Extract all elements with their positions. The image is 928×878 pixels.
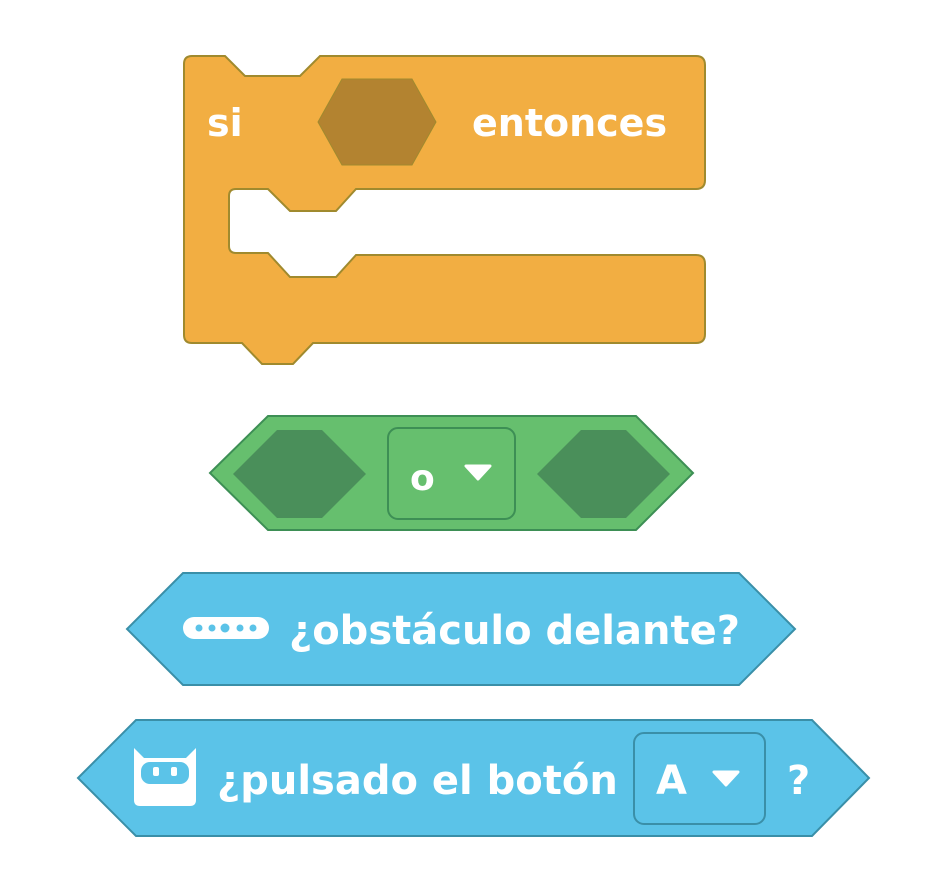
obstacle-label: ¿obstáculo delante? (289, 608, 740, 654)
button-pressed-block[interactable]: ¿pulsado el botón A ? (76, 719, 871, 837)
if-then-block[interactable]: si entonces (183, 55, 706, 365)
obstacle-ahead-block[interactable]: ¿obstáculo delante? (125, 572, 797, 686)
button-dropdown-value: A (656, 758, 687, 804)
button-label: ¿pulsado el botón (217, 758, 618, 804)
or-block[interactable]: o (208, 415, 695, 531)
operator-dropdown[interactable] (387, 427, 516, 520)
sensor-bar-icon (183, 617, 269, 639)
operator-label: o (410, 458, 435, 499)
condition-slot[interactable] (317, 78, 437, 166)
button-dropdown[interactable] (633, 732, 766, 825)
button-suffix: ? (787, 758, 810, 804)
then-label: entonces (472, 101, 667, 145)
if-label: si (207, 101, 243, 145)
blocks-canvas: si entonces o ¿obstáculo delante? ¿pulsa… (76, 55, 871, 837)
